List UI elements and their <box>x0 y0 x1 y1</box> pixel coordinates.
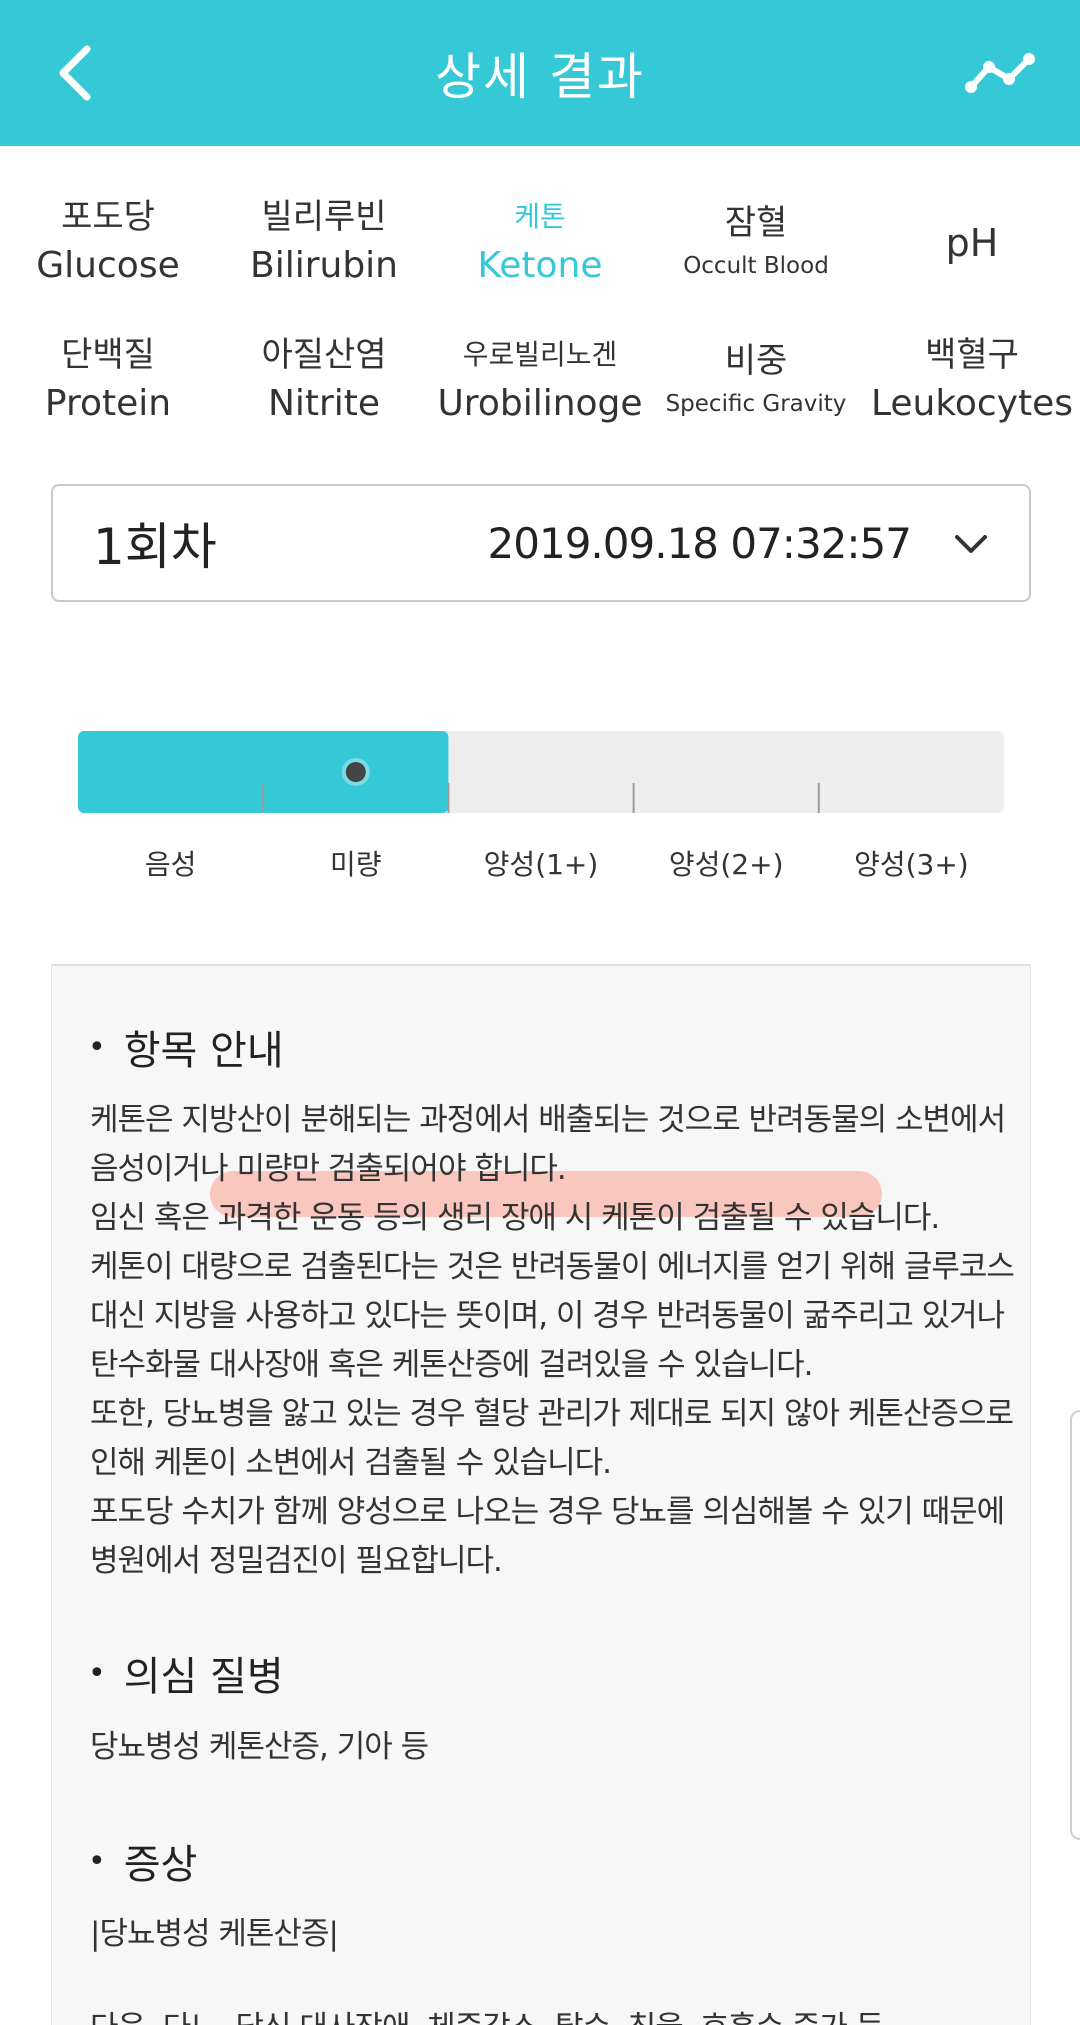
test-item-en-label: pH <box>945 221 999 265</box>
guide-line: 탄수화물 대사장애 혹은 케톤산증에 걸려있을 수 있습니다. <box>90 1347 813 1383</box>
scale-level-label: 양성(1+) <box>484 848 599 881</box>
test-item-ko-label: 우로빌리노겐 <box>462 338 618 371</box>
symptom-text: |당뇨병성 케톤산증| <box>90 1916 339 1952</box>
result-marker <box>345 762 366 782</box>
guide-line: 병원에서 정밀검진이 필요합니다. <box>90 1543 503 1579</box>
test-item-grid: 포도당 Glucose 빌리루빈 Bilirubin 케톤 Ketone 잠혈 … <box>0 174 1080 450</box>
test-item-protein[interactable]: 단백질 Protein <box>0 312 216 450</box>
test-item-glucose[interactable]: 포도당 Glucose <box>0 174 216 312</box>
result-level-scale: 음성 미량 양성(1+) 양성(2+) 양성(3+) <box>78 731 1004 881</box>
test-item-en-label: Nitrite <box>267 383 381 424</box>
test-item-en-label: Bilirubin <box>250 245 398 286</box>
test-item-urobilinogen[interactable]: 우로빌리노겐 Urobilinoge <box>432 312 648 450</box>
scale-level-label: 음성 <box>145 848 197 881</box>
test-item-leukocytes[interactable]: 백혈구 Leukocytes <box>864 312 1080 450</box>
app-root: 상세 결과 포도당 Glucose 빌리루빈 Bilirubin 케톤 Keto… <box>0 0 1080 2025</box>
scale-level-label: 양성(3+) <box>854 848 969 881</box>
test-item-row: 단백질 Protein 아질산염 Nitrite 우로빌리노겐 Urobilin… <box>0 312 1080 450</box>
test-item-ph[interactable]: pH <box>864 174 1080 312</box>
symptom-section-title: • 증상 <box>88 1832 197 1890</box>
test-item-specific-gravity[interactable]: 비중 Specific Gravity <box>648 312 864 450</box>
guide-line: 케톤이 대량으로 검출된다는 것은 반려동물이 에너지를 얻기 위해 글루코스 <box>90 1249 1015 1285</box>
description-card: • 항목 안내 케톤은 지방산이 분해되는 과정에서 배출되는 것으로 반려동물… <box>51 964 1031 2025</box>
test-item-ko-label: 백혈구 <box>925 335 1019 375</box>
bullet-dot: • <box>88 1655 106 1691</box>
test-item-occult-blood[interactable]: 잠혈 Occult Blood <box>648 174 864 312</box>
chevron-down-icon <box>955 535 987 553</box>
bullet-dot: • <box>88 1029 106 1065</box>
test-item-ko-label: 비중 <box>724 341 788 381</box>
trend-chart-button[interactable] <box>960 38 1040 108</box>
disease-section-title: • 의심 질병 <box>88 1644 284 1702</box>
symptom-detail-text: 다음, 다뇨, 당신 대사장애, 체중감소, 탈수, 침울, 호흡수 증가 등 <box>90 2004 884 2025</box>
guide-line: 케톤은 지방산이 분해되는 과정에서 배출되는 것으로 반려동물의 소변에서 <box>90 1102 1006 1138</box>
test-item-nitrite[interactable]: 아질산염 Nitrite <box>216 312 432 450</box>
disease-text: 당뇨병성 케톤산증, 기아 등 <box>90 1729 429 1765</box>
scale-level-label: 양성(2+) <box>669 848 784 881</box>
guide-line: 음성이거나 미량만 검출되어야 합니다. <box>90 1151 567 1187</box>
test-item-en-label: Protein <box>44 383 172 424</box>
session-datetime: 2019.09.18 07:32:57 <box>487 518 912 568</box>
test-item-ko-label: 잠혈 <box>724 203 788 243</box>
guide-line: 인해 케톤이 소변에서 검출될 수 있습니다. <box>90 1445 612 1481</box>
test-item-en-label: Specific Gravity <box>665 391 847 417</box>
symptom-title-text: 증상 <box>123 1842 198 1888</box>
session-label: 1회차 <box>93 518 217 576</box>
guide-line: 또한, 당뇨병을 앓고 있는 경우 혈당 관리가 제대로 되지 않아 케톤산증으… <box>90 1396 1014 1432</box>
disease-title-text: 의심 질병 <box>123 1654 284 1700</box>
test-item-en-label: Occult Blood <box>683 253 829 279</box>
test-item-en-label: Leukocytes <box>870 383 1074 424</box>
guide-section-title: • 항목 안내 <box>88 1018 284 1076</box>
guide-line: 임신 혹은 과격한 운동 등의 생리 장애 시 케톤이 검출될 수 있습니다. <box>90 1200 940 1236</box>
scale-level-label: 미량 <box>330 848 382 881</box>
guide-title-text: 항목 안내 <box>123 1028 284 1074</box>
bullet-dot: • <box>88 1843 106 1879</box>
test-item-en-label: Urobilinoge <box>437 383 643 424</box>
test-item-ko-label: 단백질 <box>61 335 155 375</box>
trend-line-icon <box>965 53 1035 93</box>
guide-line: 대신 지방을 사용하고 있다는 뜻이며, 이 경우 반려동물이 굶주리고 있거나 <box>90 1298 1005 1334</box>
test-item-en-label: Glucose <box>36 245 180 286</box>
test-item-bilirubin[interactable]: 빌리루빈 Bilirubin <box>216 174 432 312</box>
side-scroll-handle[interactable] <box>1070 1410 1080 1840</box>
page-title: 상세 결과 <box>435 48 645 106</box>
test-item-ko-label: 케톤 <box>514 200 566 233</box>
session-select[interactable]: 1회차 2019.09.18 07:32:57 <box>51 484 1031 602</box>
result-scale-card: 음성 미량 양성(1+) 양성(2+) 양성(3+) <box>51 628 1031 966</box>
test-item-en-label: Ketone <box>477 245 603 286</box>
test-item-ko-label: 포도당 <box>61 197 155 237</box>
test-item-ko-label: 빌리루빈 <box>261 197 387 237</box>
test-item-ko-label: 아질산염 <box>261 335 387 375</box>
app-header: 상세 결과 <box>0 0 1080 146</box>
test-item-row: 포도당 Glucose 빌리루빈 Bilirubin 케톤 Ketone 잠혈 … <box>0 174 1080 312</box>
test-item-ketone[interactable]: 케톤 Ketone <box>432 174 648 312</box>
guide-line: 포도당 수치가 함께 양성으로 나오는 경우 당뇨를 의심해볼 수 있기 때문에 <box>90 1494 1005 1530</box>
